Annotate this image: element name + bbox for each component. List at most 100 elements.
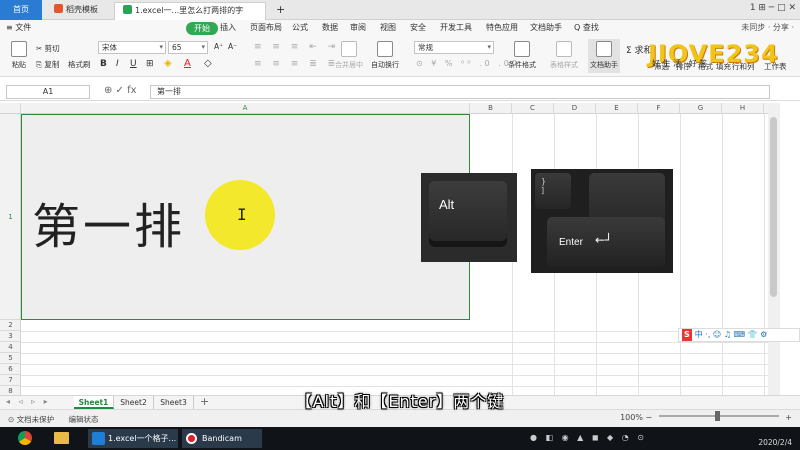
system-tray-icons[interactable]: ● ◧ ◉ ▲ ◼ ◆ ◔ ⊙ — [530, 433, 647, 442]
new-tab-button[interactable]: + — [268, 2, 293, 20]
paste-label: 粘贴 — [12, 61, 26, 69]
gridline — [21, 375, 768, 376]
clipboard-icon — [11, 41, 27, 57]
window-controls[interactable]: 1 ⊞ ─ □ ✕ — [750, 3, 796, 13]
menu-start[interactable]: 开始 — [186, 22, 218, 35]
tab-templates[interactable]: 稻壳模板 — [46, 2, 112, 20]
clear-icon[interactable]: ◇ — [204, 58, 212, 69]
border-icon[interactable]: ⊞ — [146, 59, 154, 69]
font-size-select[interactable]: 65 — [168, 41, 208, 54]
vertical-scrollbar[interactable] — [768, 103, 780, 395]
sync-share[interactable]: 未同步 · 分享 · — [741, 22, 794, 33]
merge-center-label: 合并居中 — [335, 61, 363, 69]
gridline — [21, 353, 768, 354]
doc-helper-button[interactable]: 文档助手 — [588, 39, 620, 73]
menu-doc-helper[interactable]: 文档助手 — [530, 22, 562, 33]
column-e-header[interactable]: E — [596, 103, 638, 114]
row-7-header[interactable]: 7 — [0, 375, 21, 386]
fill-color-icon[interactable]: ◈ — [164, 58, 172, 69]
row-2-header[interactable]: 2 — [0, 320, 21, 331]
taskbar-chrome[interactable] — [18, 429, 38, 448]
align-icons[interactable]: ≡ ≡ ≡ ⇤ ⇥ — [254, 42, 339, 52]
menu-review[interactable]: 审阅 — [350, 22, 366, 33]
bracket-keycap: } ] — [535, 173, 571, 209]
zoom-slider[interactable] — [658, 411, 779, 421]
wrap-text-button[interactable]: 自动换行 — [370, 41, 400, 70]
menu-features[interactable]: 特色应用 — [486, 22, 518, 33]
row-1-header[interactable]: 1 — [0, 114, 21, 320]
zoom-controls: 100% − + — [620, 411, 792, 422]
formula-icons[interactable]: ⊕ ✓ fx — [104, 85, 137, 96]
number-format-select[interactable]: 常规 — [414, 41, 494, 54]
taskbar-excel-label: 1.excel一个格子... — [108, 434, 177, 443]
zoom-slider-knob[interactable] — [714, 411, 720, 421]
row-5-header[interactable]: 5 — [0, 353, 21, 364]
taskbar-excel[interactable]: 1.excel一个格子... — [88, 429, 178, 448]
font-name-select[interactable]: 宋体 — [98, 41, 166, 54]
align-icons-row2[interactable]: ≡ ≡ ≡ ≣ ≣ — [254, 59, 339, 69]
tab-bar: 首页 稻壳模板 1.excel一...里怎么打两排的字 + 1 ⊞ ─ □ ✕ — [0, 0, 800, 20]
doc-helper-icon — [596, 41, 612, 57]
copy-button[interactable]: ⎘ 复制 — [36, 59, 59, 70]
conditional-format-button[interactable]: 条件格式 — [502, 41, 542, 70]
menu-page-layout[interactable]: 页面布局 — [250, 22, 282, 33]
scrollbar-thumb[interactable] — [770, 117, 777, 297]
menu-formula[interactable]: 公式 — [292, 22, 308, 33]
tab-home[interactable]: 首页 — [0, 0, 42, 20]
cell-a1[interactable]: 第一排 I — [21, 114, 470, 320]
paste-button[interactable]: 粘贴 — [4, 41, 34, 70]
menu-developer[interactable]: 开发工具 — [440, 22, 472, 33]
chrome-icon — [18, 431, 32, 445]
menu-view[interactable]: 视图 — [380, 22, 396, 33]
video-subtitle: 【Alt】和【Enter】两个键 — [295, 392, 505, 411]
doc-protect-status[interactable]: ⊙ 文档未保护 — [8, 415, 54, 424]
menu-data[interactable]: 数据 — [322, 22, 338, 33]
shrink-font-button[interactable]: A⁻ — [228, 42, 237, 51]
column-header: A B C D E F G H — [0, 103, 768, 114]
system-clock[interactable]: 2020/2/4 — [758, 429, 792, 447]
row-4-header[interactable]: 4 — [0, 342, 21, 353]
text-cursor-icon: I — [237, 205, 247, 224]
menu-search[interactable]: Q 查找 — [574, 22, 599, 33]
ime-toolbar[interactable]: S中 ·, ☺ ♫ ⌨ 👕 ⚙ — [678, 328, 800, 342]
column-b-header[interactable]: B — [470, 103, 512, 114]
taskbar-explorer[interactable] — [54, 429, 74, 448]
grow-font-button[interactable]: A⁺ — [214, 42, 223, 51]
column-c-header[interactable]: C — [512, 103, 554, 114]
merge-center-button[interactable]: 合并居中 — [334, 41, 364, 70]
cut-button[interactable]: ✂ 剪切 — [36, 43, 60, 54]
menu-file[interactable]: ≡ 文件 — [6, 22, 31, 33]
select-all-corner[interactable] — [0, 103, 21, 114]
column-d-header[interactable]: D — [554, 103, 596, 114]
zoom-out-button[interactable]: − — [646, 413, 653, 422]
name-box[interactable]: A1 — [6, 85, 90, 99]
taskbar-bandicam[interactable]: Bandicam — [182, 429, 262, 448]
edit-state: 编辑状态 — [68, 415, 99, 424]
formula-input[interactable]: 第一排 — [150, 85, 770, 99]
row-3-header[interactable]: 3 — [0, 331, 21, 342]
bold-button[interactable]: B — [100, 59, 107, 69]
alt-key-label: Alt — [439, 197, 455, 212]
table-style-button[interactable]: 表格样式 — [544, 41, 584, 70]
bracket-key-label: } ] — [541, 177, 547, 195]
column-h-header[interactable]: H — [722, 103, 764, 114]
format-painter-button[interactable]: 格式刷 — [68, 59, 91, 70]
menu-security[interactable]: 安全 — [410, 22, 426, 33]
row-6-header[interactable]: 6 — [0, 364, 21, 375]
italic-button[interactable]: I — [116, 59, 119, 69]
zoom-in-button[interactable]: + — [785, 413, 792, 422]
zoom-level[interactable]: 100% — [620, 413, 643, 422]
enter-key-image: } ] Enter ←┘ — [531, 169, 673, 273]
tab-document-label: 1.excel一...里怎么打两排的字 — [135, 6, 244, 15]
column-f-header[interactable]: F — [638, 103, 680, 114]
menu-insert[interactable]: 插入 — [220, 22, 236, 33]
gridline — [21, 342, 768, 343]
spreadsheet-icon — [123, 5, 132, 14]
underline-button[interactable]: U — [130, 59, 137, 69]
column-g-header[interactable]: G — [680, 103, 722, 114]
column-a-header[interactable]: A — [21, 103, 470, 114]
table-style-icon — [556, 41, 572, 57]
font-color-icon[interactable]: A — [184, 58, 191, 69]
tab-document[interactable]: 1.excel一...里怎么打两排的字 — [114, 2, 266, 20]
ime-items[interactable]: 中 ·, ☺ ♫ ⌨ 👕 ⚙ — [695, 330, 768, 339]
